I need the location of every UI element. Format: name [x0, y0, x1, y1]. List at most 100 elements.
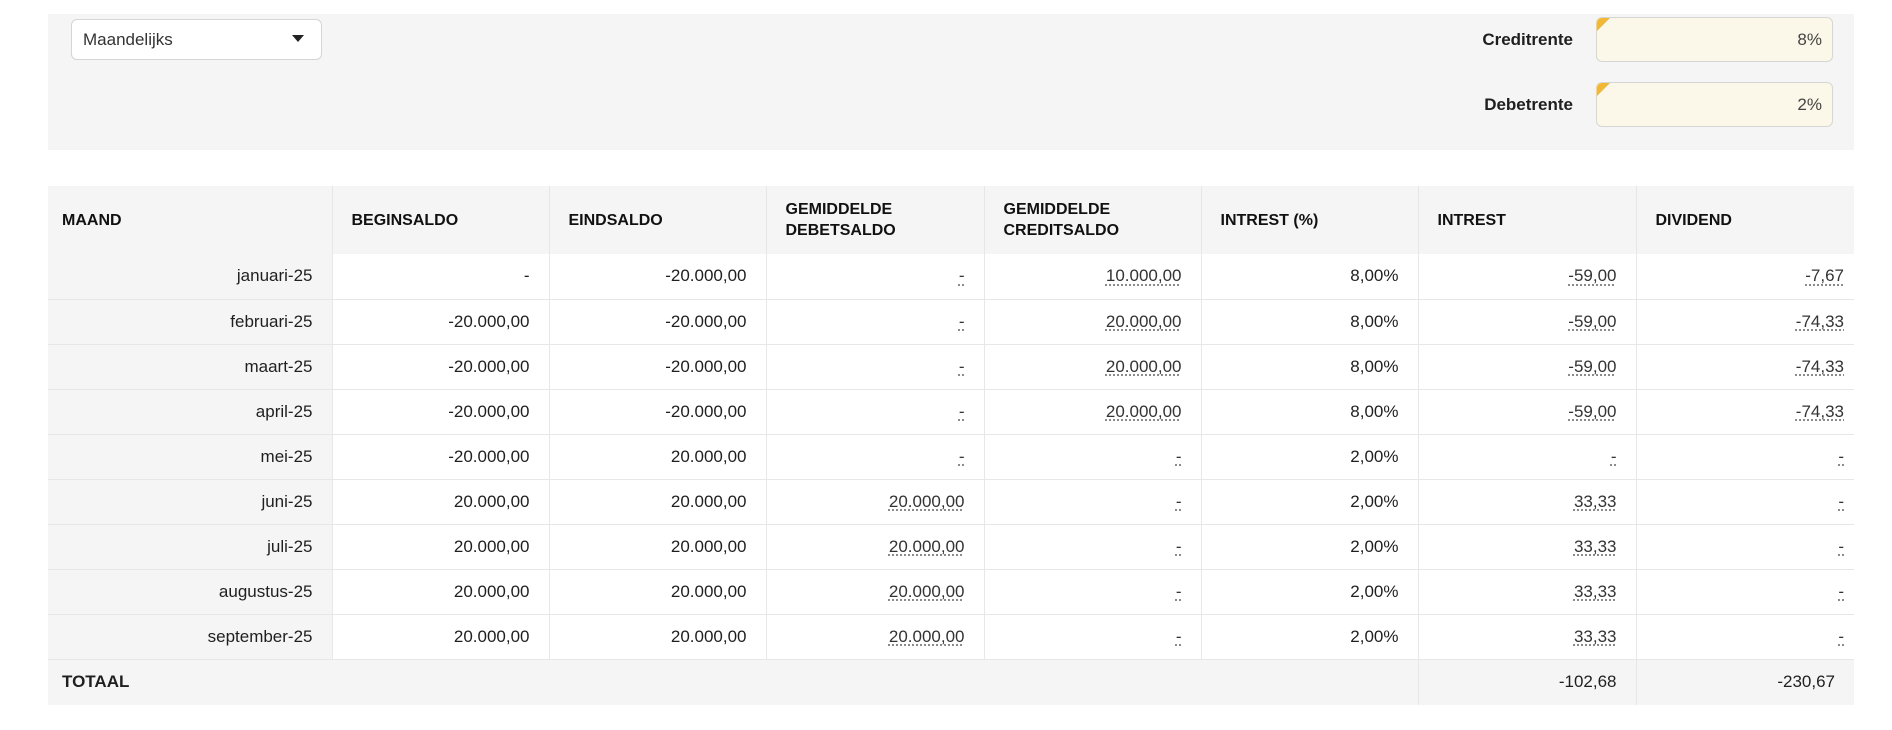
header-text: CREDITSALDO	[1003, 222, 1120, 239]
cell-beginsaldo: 20.000,00	[332, 524, 550, 570]
cell-intrest-pct: 8,00%	[1201, 389, 1419, 435]
drilldown-link[interactable]: -	[1176, 582, 1182, 601]
header-intrest: INTREST	[1418, 186, 1637, 254]
header-beginsaldo: BEGINSALDO	[332, 186, 550, 254]
drilldown-link[interactable]: 33,33	[1574, 537, 1617, 556]
cell-intrest-pct: 2,00%	[1201, 434, 1419, 480]
header-text: DEBETSALDO	[785, 222, 896, 239]
cell-intrest: 33,33	[1418, 479, 1637, 525]
debit-rate-input[interactable]: 2%	[1596, 82, 1833, 127]
drilldown-link[interactable]: -74,33	[1796, 357, 1844, 376]
cell-intrest: -59,00	[1418, 254, 1637, 300]
table-row: juni-25 20.000,00 20.000,00 20.000,00-2,00%…	[48, 479, 1854, 525]
drilldown-link[interactable]: -7,67	[1805, 266, 1844, 285]
cell-intrest: 33,33	[1418, 524, 1637, 570]
drilldown-link[interactable]: -	[1838, 537, 1844, 556]
edit-marker-icon	[1597, 83, 1610, 96]
drilldown-link[interactable]: 20.000,00	[889, 492, 965, 511]
credit-rate-row: Creditrente 8%	[1482, 17, 1833, 62]
drilldown-link[interactable]: -	[959, 447, 965, 466]
drilldown-link[interactable]: -59,00	[1568, 402, 1616, 421]
drilldown-link[interactable]: -	[1176, 627, 1182, 646]
drilldown-link[interactable]: -	[1838, 447, 1844, 466]
header-text: GEMIDDELDE	[785, 201, 893, 218]
drilldown-link[interactable]: 20.000,00	[889, 627, 965, 646]
table-total-row: TOTAAL -102,68 -230,67	[48, 659, 1854, 705]
table-row: januari-25- -20.000,00-10.000,00 8,00% -59,…	[48, 254, 1854, 300]
cell-eindsaldo: -20.000,00	[549, 344, 767, 390]
cell-intrest-pct: 8,00%	[1201, 299, 1419, 345]
drilldown-link[interactable]: 20.000,00	[1106, 357, 1182, 376]
cell-dividend: -	[1636, 614, 1854, 660]
drilldown-link[interactable]: -59,00	[1568, 312, 1616, 331]
cell-gemiddelde-debetsaldo: 20.000,00	[766, 524, 985, 570]
debit-rate-label: Debetrente	[1484, 94, 1573, 114]
drilldown-link[interactable]: -	[959, 357, 965, 376]
cell-eindsaldo: -20.000,00	[549, 299, 767, 345]
cell-beginsaldo: -20.000,00	[332, 434, 550, 480]
cell-beginsaldo: -	[332, 254, 550, 300]
drilldown-link[interactable]: -	[1838, 492, 1844, 511]
cell-dividend: -74,33	[1636, 299, 1854, 345]
cell-gemiddelde-debetsaldo: -	[766, 344, 985, 390]
cell-maand: mei-25	[48, 434, 333, 480]
drilldown-link[interactable]: 20.000,00	[889, 582, 965, 601]
drilldown-link[interactable]: -	[1176, 447, 1182, 466]
credit-rate-input[interactable]: 8%	[1596, 17, 1833, 62]
table-row: juli-25 20.000,00 20.000,00 20.000,00-2,00%…	[48, 524, 1854, 570]
debit-rate-value: 2%	[1797, 94, 1822, 114]
drilldown-link[interactable]: -59,00	[1568, 266, 1616, 285]
table-row: september-25 20.000,00 20.000,00 20.000,00-…	[48, 614, 1854, 660]
cell-maand: juli-25	[48, 524, 333, 570]
total-label: TOTAAL	[48, 659, 1419, 705]
cell-dividend: -	[1636, 434, 1854, 480]
cell-eindsaldo: 20.000,00	[549, 434, 767, 480]
cell-eindsaldo: -20.000,00	[549, 389, 767, 435]
drilldown-link[interactable]: -	[959, 402, 965, 421]
header-eindsaldo: EINDSALDO	[549, 186, 767, 254]
drilldown-link[interactable]: 33,33	[1574, 627, 1617, 646]
cell-gemiddelde-debetsaldo: 20.000,00	[766, 569, 985, 615]
header-dividend: DIVIDEND	[1636, 186, 1854, 254]
drilldown-link[interactable]: -	[959, 266, 965, 285]
cell-gemiddelde-debetsaldo: -	[766, 254, 985, 300]
table-row: februari-25 -20.000,00 -20.000,00-20.000,0…	[48, 299, 1854, 345]
header-gemiddelde-creditsaldo: GEMIDDELDE CREDITSALDO	[984, 186, 1202, 254]
edit-marker-icon	[1597, 18, 1610, 31]
table-row: april-25 -20.000,00 -20.000,00-20.000,00 8,…	[48, 389, 1854, 435]
drilldown-link[interactable]: 20.000,00	[1106, 402, 1182, 421]
cell-intrest-pct: 2,00%	[1201, 524, 1419, 570]
header-gemiddelde-debetsaldo: GEMIDDELDE DEBETSALDO	[766, 186, 985, 254]
drilldown-link[interactable]: -	[1176, 492, 1182, 511]
drilldown-link[interactable]: 33,33	[1574, 582, 1617, 601]
interest-table-container: MAAND BEGINSALDO EINDSALDO GEMIDDELDE DE…	[48, 186, 1854, 705]
cell-intrest-pct: 2,00%	[1201, 614, 1419, 660]
drilldown-link[interactable]: -	[1176, 537, 1182, 556]
drilldown-link[interactable]: 20.000,00	[1106, 312, 1182, 331]
cell-dividend: -7,67	[1636, 254, 1854, 300]
drilldown-link[interactable]: -	[1611, 447, 1617, 466]
cell-beginsaldo: 20.000,00	[332, 479, 550, 525]
filter-panel: Maandelijks Creditrente 8% Debetrente 2%	[48, 14, 1854, 150]
drilldown-link[interactable]: 20.000,00	[889, 537, 965, 556]
cell-beginsaldo: 20.000,00	[332, 569, 550, 615]
cell-gemiddelde-creditsaldo: -	[984, 524, 1202, 570]
cell-beginsaldo: -20.000,00	[332, 389, 550, 435]
cell-maand: augustus-25	[48, 569, 333, 615]
drilldown-link[interactable]: -	[959, 312, 965, 331]
cell-dividend: -74,33	[1636, 389, 1854, 435]
cell-gemiddelde-debetsaldo: 20.000,00	[766, 614, 985, 660]
drilldown-link[interactable]: -59,00	[1568, 357, 1616, 376]
drilldown-link[interactable]: 10.000,00	[1106, 266, 1182, 285]
cell-dividend: -74,33	[1636, 344, 1854, 390]
period-dropdown[interactable]: Maandelijks	[71, 19, 322, 60]
header-text: GEMIDDELDE	[1003, 201, 1111, 218]
drilldown-link[interactable]: -74,33	[1796, 402, 1844, 421]
drilldown-link[interactable]: -	[1838, 582, 1844, 601]
drilldown-link[interactable]: 33,33	[1574, 492, 1617, 511]
drilldown-link[interactable]: -74,33	[1796, 312, 1844, 331]
cell-eindsaldo: 20.000,00	[549, 614, 767, 660]
period-dropdown-value: Maandelijks	[83, 29, 173, 49]
drilldown-link[interactable]: -	[1838, 627, 1844, 646]
table-row: maart-25 -20.000,00 -20.000,00-20.000,00 8,…	[48, 344, 1854, 390]
